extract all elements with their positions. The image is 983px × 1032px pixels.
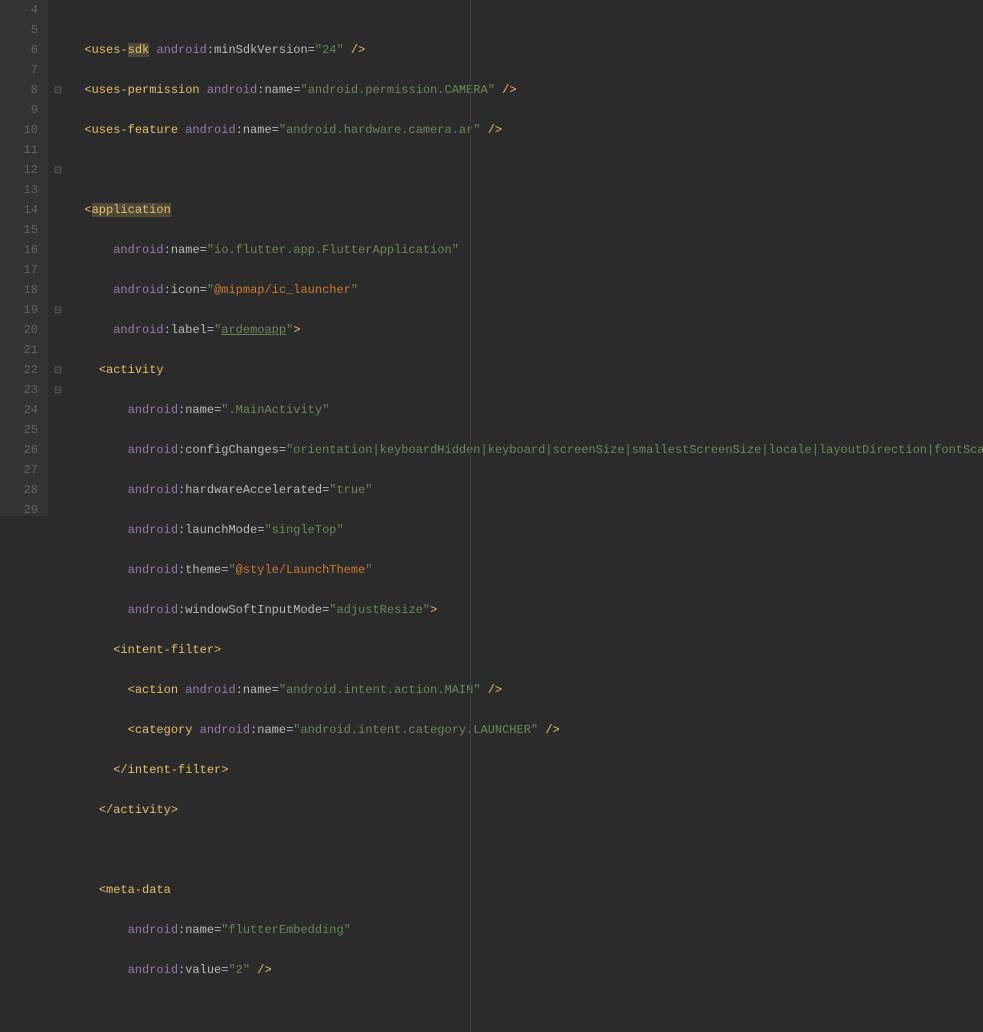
line-number: 6 — [0, 40, 38, 60]
line-number: 13 — [0, 180, 38, 200]
line-number: 20 — [0, 320, 38, 340]
fold-toggle-icon[interactable]: ⊟ — [48, 302, 68, 322]
line-number: 29 — [0, 500, 38, 520]
line-number-gutter: 4 5 6 7 8 9 10 11 12 13 14 15 16 17 18 1… — [0, 0, 48, 516]
line-number: 22 — [0, 360, 38, 380]
line-number: 17 — [0, 260, 38, 280]
line-number: 15 — [0, 220, 38, 240]
line-number: 25 — [0, 420, 38, 440]
line-number: 19 — [0, 300, 38, 320]
line-number: 9 — [0, 100, 38, 120]
line-number: 12 — [0, 160, 38, 180]
line-number: 24 — [0, 400, 38, 420]
line-number: 18 — [0, 280, 38, 300]
fold-toggle-icon[interactable]: ⊟ — [48, 362, 68, 382]
line-number: 10 — [0, 120, 38, 140]
line-number: 5 — [0, 20, 38, 40]
line-number: 11 — [0, 140, 38, 160]
line-number: 8 — [0, 80, 38, 100]
line-number: 27 — [0, 460, 38, 480]
fold-toggle-icon[interactable]: ⊟ — [48, 82, 68, 102]
line-number: 4 — [0, 0, 38, 20]
highlight: application — [92, 203, 171, 217]
line-number: 21 — [0, 340, 38, 360]
fold-toggle-icon[interactable]: ⊟ — [48, 162, 68, 182]
fold-gutter[interactable]: ⊟ ⊟ ⊟ ⊟ ⊟ — [48, 0, 68, 516]
line-number: 26 — [0, 440, 38, 460]
line-number: 14 — [0, 200, 38, 220]
line-number: 28 — [0, 480, 38, 500]
line-number: 23 — [0, 380, 38, 400]
line-number: 16 — [0, 240, 38, 260]
line-number: 7 — [0, 60, 38, 80]
fold-toggle-icon[interactable]: ⊟ — [48, 382, 68, 402]
highlight: sdk — [128, 43, 150, 57]
code-editor[interactable]: <uses-sdk android:minSdkVersion="24" /> … — [70, 0, 983, 1032]
